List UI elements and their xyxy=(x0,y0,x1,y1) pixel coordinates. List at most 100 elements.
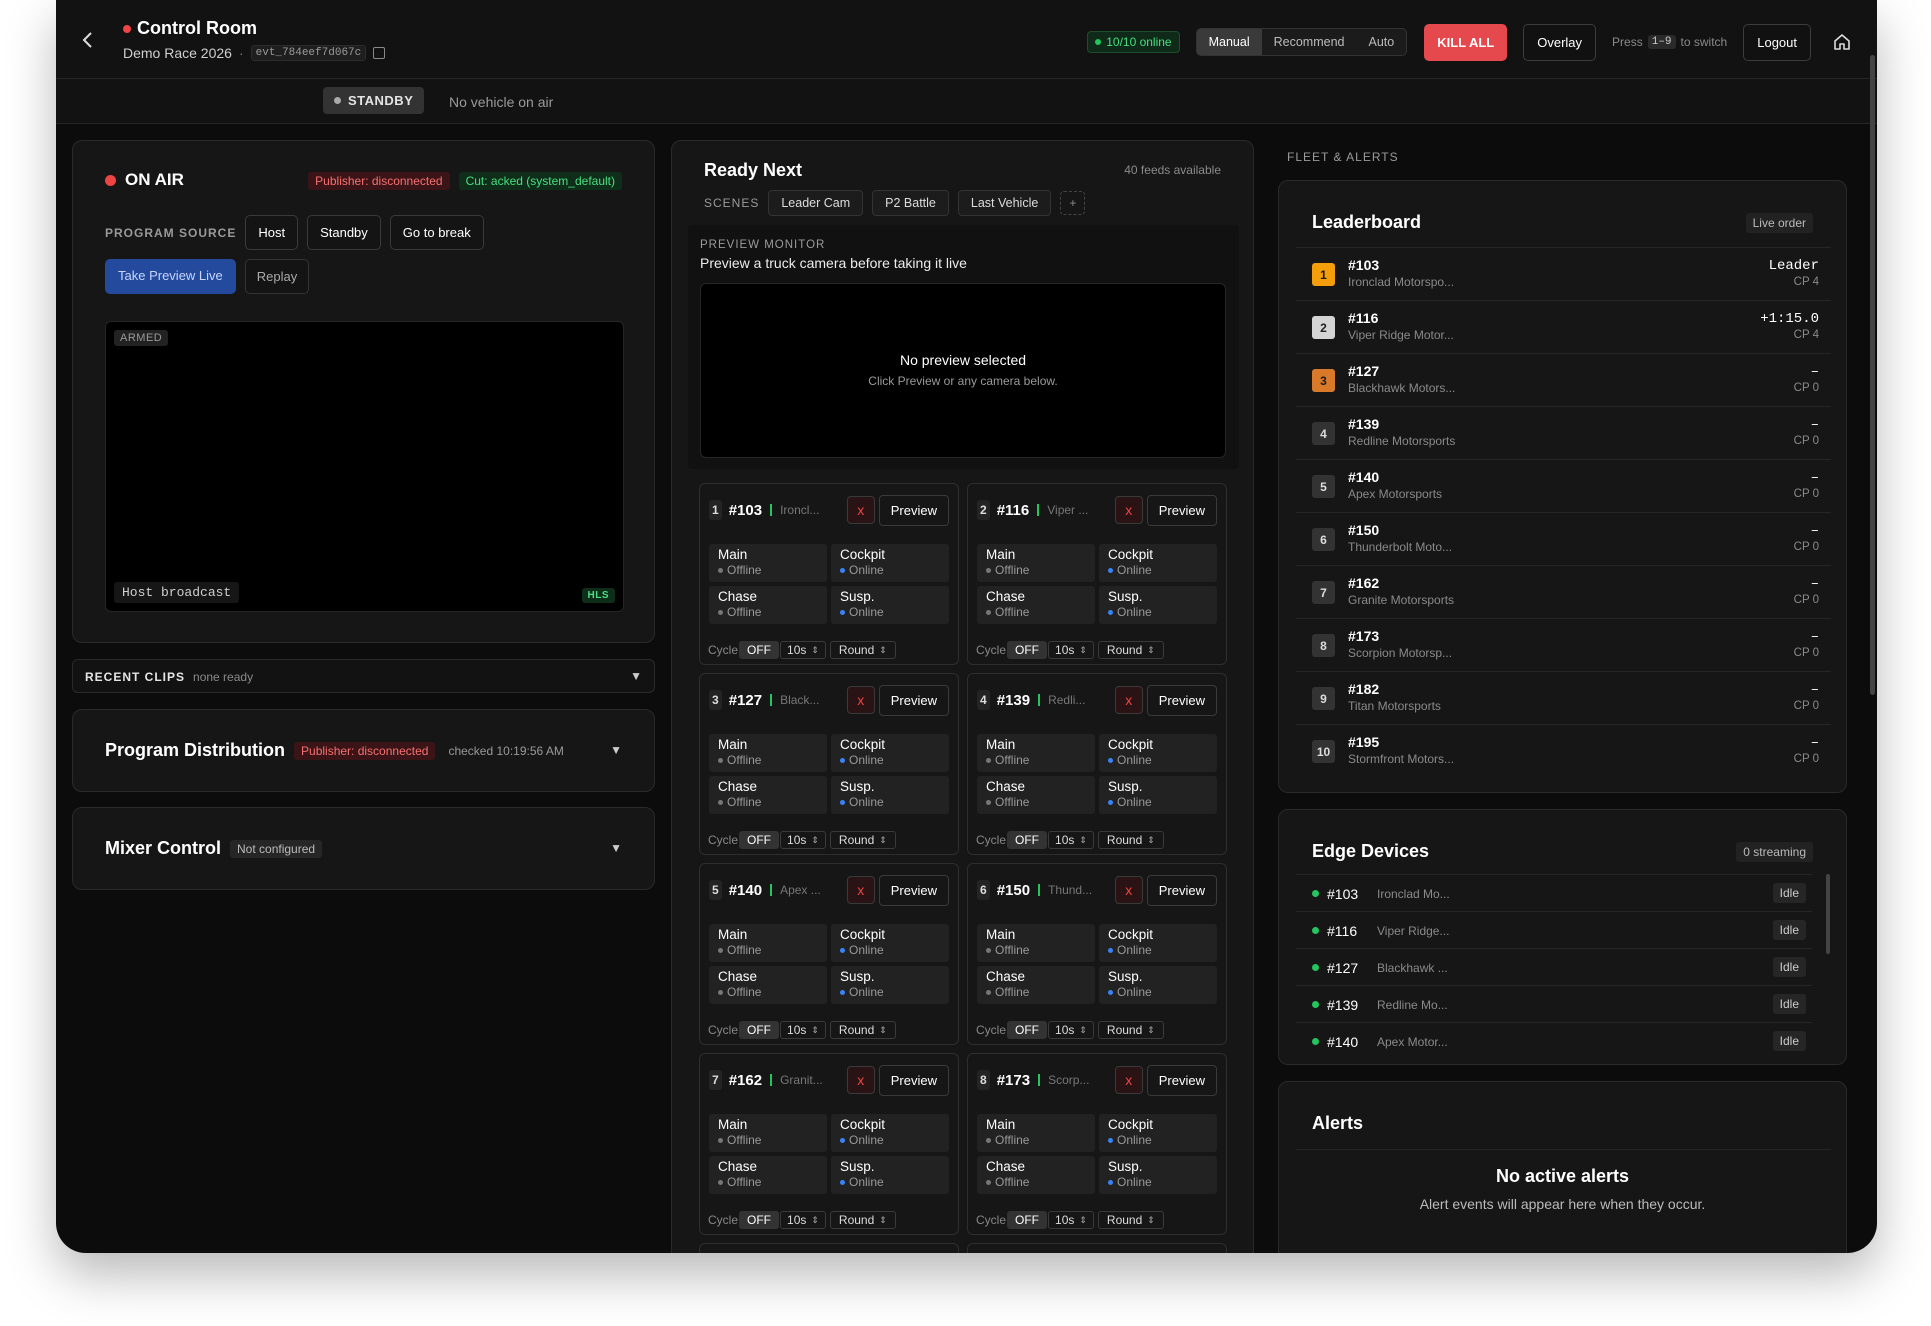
leaderboard-row[interactable]: 1 #103 Ironclad Motorspo... Leader CP 4 xyxy=(1296,247,1831,300)
cycle-mode-select[interactable]: Round ⇕ xyxy=(829,1211,896,1229)
source-break-button[interactable]: Go to break xyxy=(389,215,484,250)
scene-leader-cam[interactable]: Leader Cam xyxy=(768,190,864,216)
camera-feed[interactable]: Main Offline xyxy=(709,924,827,962)
cycle-toggle[interactable]: OFF xyxy=(739,831,780,849)
leaderboard-row[interactable]: 8 #173 Scorpion Motorsp... – CP 0 xyxy=(1296,618,1831,671)
mode-auto[interactable]: Auto xyxy=(1356,29,1406,55)
preview-button[interactable]: Preview xyxy=(878,494,949,526)
chevron-down-icon[interactable]: ▼ xyxy=(630,669,642,683)
edge-device-row[interactable]: #139 Redline Mo... Idle xyxy=(1296,985,1812,1022)
chevron-down-icon[interactable]: ▼ xyxy=(610,743,622,757)
leaderboard-row[interactable]: 6 #150 Thunderbolt Moto... – CP 0 xyxy=(1296,512,1831,565)
cycle-mode-select[interactable]: Round ⇕ xyxy=(829,1021,896,1039)
preview-button[interactable]: Preview xyxy=(878,684,949,716)
camera-feed[interactable]: Chase Offline xyxy=(977,1156,1095,1194)
back-arrow-icon[interactable] xyxy=(78,30,98,50)
preview-button[interactable]: Preview xyxy=(1146,494,1217,526)
mixer-control-panel[interactable]: Mixer Control Not configured ▼ xyxy=(72,807,655,890)
camera-feed[interactable]: Chase Offline xyxy=(709,966,827,1004)
camera-feed[interactable]: Chase Offline xyxy=(709,1156,827,1194)
edge-device-row[interactable]: #116 Viper Ridge... Idle xyxy=(1296,911,1812,948)
preview-button[interactable]: Preview xyxy=(1146,1064,1217,1096)
cycle-toggle[interactable]: OFF xyxy=(739,1021,780,1039)
camera-feed[interactable]: Cockpit Online xyxy=(1099,924,1217,962)
camera-feed[interactable]: Main Offline xyxy=(709,544,827,582)
cycle-interval-select[interactable]: 10s ⇕ xyxy=(1048,831,1094,849)
window-scrollbar[interactable] xyxy=(1870,55,1875,695)
camera-feed[interactable]: Susp. Online xyxy=(831,586,949,624)
leaderboard-row[interactable]: 3 #127 Blackhawk Motors... – CP 0 xyxy=(1296,353,1831,406)
camera-feed[interactable]: Cockpit Online xyxy=(1099,1114,1217,1152)
leaderboard-row[interactable]: 7 #162 Granite Motorsports – CP 0 xyxy=(1296,565,1831,618)
camera-feed[interactable]: Susp. Online xyxy=(831,966,949,1004)
camera-feed[interactable]: Cockpit Online xyxy=(831,924,949,962)
remove-tile-button[interactable]: x xyxy=(1114,686,1143,714)
cycle-toggle[interactable]: OFF xyxy=(739,641,780,659)
source-host-button[interactable]: Host xyxy=(245,215,299,250)
mode-recommend[interactable]: Recommend xyxy=(1262,29,1357,55)
cycle-interval-select[interactable]: 10s ⇕ xyxy=(1048,1211,1094,1229)
take-preview-live-button[interactable]: Take Preview Live xyxy=(105,259,236,294)
remove-tile-button[interactable]: x xyxy=(1114,876,1143,904)
cycle-mode-select[interactable]: Round ⇕ xyxy=(829,641,896,659)
camera-feed[interactable]: Susp. Online xyxy=(1099,1156,1217,1194)
cycle-interval-select[interactable]: 10s ⇕ xyxy=(1048,1021,1094,1039)
cycle-mode-select[interactable]: Round ⇕ xyxy=(1097,1021,1164,1039)
leaderboard-row[interactable]: 10 #195 Stormfront Motors... – CP 0 xyxy=(1296,724,1831,777)
camera-feed[interactable]: Main Offline xyxy=(977,1114,1095,1152)
cycle-mode-select[interactable]: Round ⇕ xyxy=(1097,641,1164,659)
remove-tile-button[interactable]: x xyxy=(1114,1066,1143,1094)
camera-feed[interactable]: Susp. Online xyxy=(1099,586,1217,624)
mode-manual[interactable]: Manual xyxy=(1196,29,1262,55)
cycle-mode-select[interactable]: Round ⇕ xyxy=(1097,831,1164,849)
camera-feed[interactable]: Chase Offline xyxy=(709,776,827,814)
camera-feed[interactable]: Chase Offline xyxy=(977,776,1095,814)
leaderboard-row[interactable]: 5 #140 Apex Motorsports – CP 0 xyxy=(1296,459,1831,512)
edge-device-row[interactable]: #127 Blackhawk ... Idle xyxy=(1296,948,1812,985)
scene-last-vehicle[interactable]: Last Vehicle xyxy=(957,190,1052,216)
cycle-toggle[interactable]: OFF xyxy=(1007,1211,1048,1229)
camera-feed[interactable]: Cockpit Online xyxy=(831,1114,949,1152)
cycle-interval-select[interactable]: 10s ⇕ xyxy=(780,1021,826,1039)
cycle-toggle[interactable]: OFF xyxy=(1007,641,1048,659)
camera-feed[interactable]: Cockpit Online xyxy=(1099,544,1217,582)
camera-feed[interactable]: Main Offline xyxy=(709,734,827,772)
leaderboard-row[interactable]: 4 #139 Redline Motorsports – CP 0 xyxy=(1296,406,1831,459)
camera-feed[interactable]: Cockpit Online xyxy=(831,734,949,772)
cycle-toggle[interactable]: OFF xyxy=(739,1211,780,1229)
replay-button[interactable]: Replay xyxy=(244,259,310,294)
overlay-button[interactable]: Overlay xyxy=(1523,23,1597,61)
camera-feed[interactable]: Susp. Online xyxy=(1099,966,1217,1004)
cycle-mode-select[interactable]: Round ⇕ xyxy=(1097,1211,1164,1229)
add-scene-button[interactable]: + xyxy=(1060,191,1086,215)
leaderboard-row[interactable]: 2 #116 Viper Ridge Motor... +1:15.0 CP 4 xyxy=(1296,300,1831,353)
remove-tile-button[interactable]: x xyxy=(846,1066,875,1094)
cycle-toggle[interactable]: OFF xyxy=(1007,831,1048,849)
camera-feed[interactable]: Main Offline xyxy=(977,924,1095,962)
cycle-interval-select[interactable]: 10s ⇕ xyxy=(780,831,826,849)
remove-tile-button[interactable]: x xyxy=(846,876,875,904)
cycle-interval-select[interactable]: 10s ⇕ xyxy=(780,1211,826,1229)
remove-tile-button[interactable]: x xyxy=(846,496,875,524)
chevron-down-icon[interactable]: ▼ xyxy=(610,841,622,855)
home-icon[interactable] xyxy=(1833,33,1851,51)
camera-feed[interactable]: Main Offline xyxy=(709,1114,827,1152)
cycle-toggle[interactable]: OFF xyxy=(1007,1021,1048,1039)
camera-feed[interactable]: Chase Offline xyxy=(977,586,1095,624)
leaderboard-row[interactable]: 9 #182 Titan Motorsports – CP 0 xyxy=(1296,671,1831,724)
source-standby-button[interactable]: Standby xyxy=(307,215,381,250)
copy-icon[interactable] xyxy=(373,47,386,59)
camera-feed[interactable]: Main Offline xyxy=(977,544,1095,582)
camera-feed[interactable]: Cockpit Online xyxy=(1099,734,1217,772)
camera-feed[interactable]: Chase Offline xyxy=(977,966,1095,1004)
preview-button[interactable]: Preview xyxy=(1146,684,1217,716)
remove-tile-button[interactable]: x xyxy=(1114,496,1143,524)
cycle-interval-select[interactable]: 10s ⇕ xyxy=(780,641,826,659)
preview-button[interactable]: Preview xyxy=(878,1064,949,1096)
remove-tile-button[interactable]: x xyxy=(846,686,875,714)
edge-device-row[interactable]: #140 Apex Motor... Idle xyxy=(1296,1022,1812,1059)
camera-feed[interactable]: Susp. Online xyxy=(831,776,949,814)
camera-feed[interactable]: Cockpit Online xyxy=(831,544,949,582)
program-distribution-panel[interactable]: Program Distribution Publisher: disconne… xyxy=(72,709,655,792)
camera-feed[interactable]: Susp. Online xyxy=(831,1156,949,1194)
